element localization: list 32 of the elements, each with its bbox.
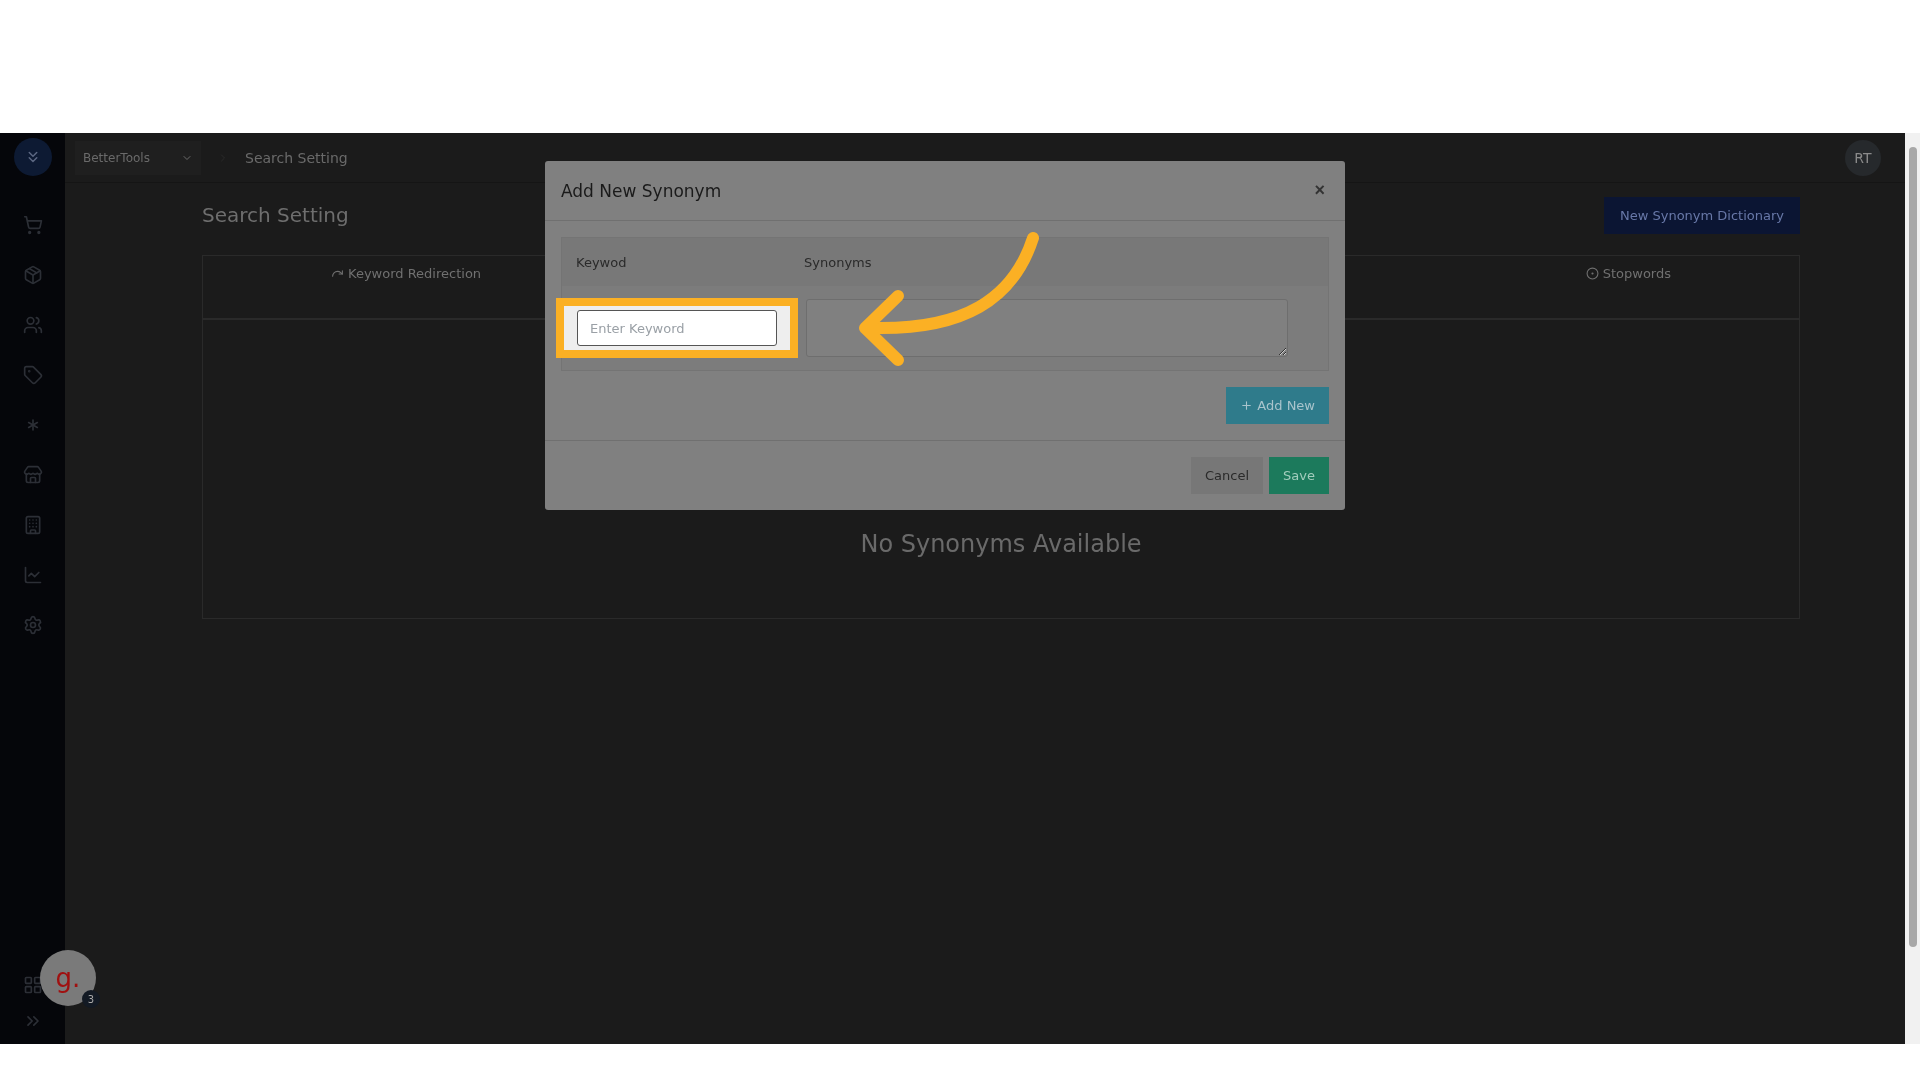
tab-label: Stopwords — [1602, 266, 1671, 281]
box-icon[interactable] — [22, 265, 43, 285]
column-header: Synonyms — [803, 254, 873, 270]
app-logo[interactable] — [13, 138, 52, 176]
column-header: Keywod — [575, 254, 628, 270]
page-title: Search Setting — [202, 203, 349, 227]
settings-icon[interactable] — [22, 615, 43, 635]
tag-icon[interactable] — [22, 365, 43, 385]
cancel-button[interactable]: Cancel — [1191, 457, 1264, 494]
close-button[interactable]: × — [1310, 180, 1329, 201]
save-button[interactable]: Save — [1269, 457, 1329, 494]
empty-message: No Synonyms Available — [860, 530, 1142, 558]
help-logo: g. — [55, 963, 81, 993]
tab[interactable]: Stopwords — [1577, 262, 1679, 285]
add-new-button[interactable]: Add New — [1226, 387, 1329, 424]
plus-icon — [1240, 399, 1254, 412]
store-select[interactable]: BetterTools — [75, 140, 201, 175]
redirect-icon — [331, 267, 344, 280]
user-avatar[interactable]: RT — [1845, 139, 1881, 176]
new-dictionary-button[interactable]: New Synonym Dictionary — [1603, 196, 1800, 234]
store-icon[interactable] — [22, 465, 43, 485]
users-icon[interactable] — [22, 315, 43, 335]
circle-dot-icon — [1585, 267, 1599, 280]
modal-title: Add New Synonym — [561, 180, 722, 201]
grid-icon[interactable] — [22, 975, 43, 995]
cart-icon[interactable] — [22, 215, 43, 235]
chart-icon[interactable] — [22, 565, 43, 585]
tab[interactable]: Keyword Redirection — [323, 262, 490, 285]
breadcrumb: Search Setting — [245, 149, 348, 166]
tab-label: Keyword Redirection — [348, 266, 482, 281]
keyword-input[interactable]: Enter Keyword — [577, 310, 777, 346]
notification-badge: 3 — [82, 990, 100, 1008]
